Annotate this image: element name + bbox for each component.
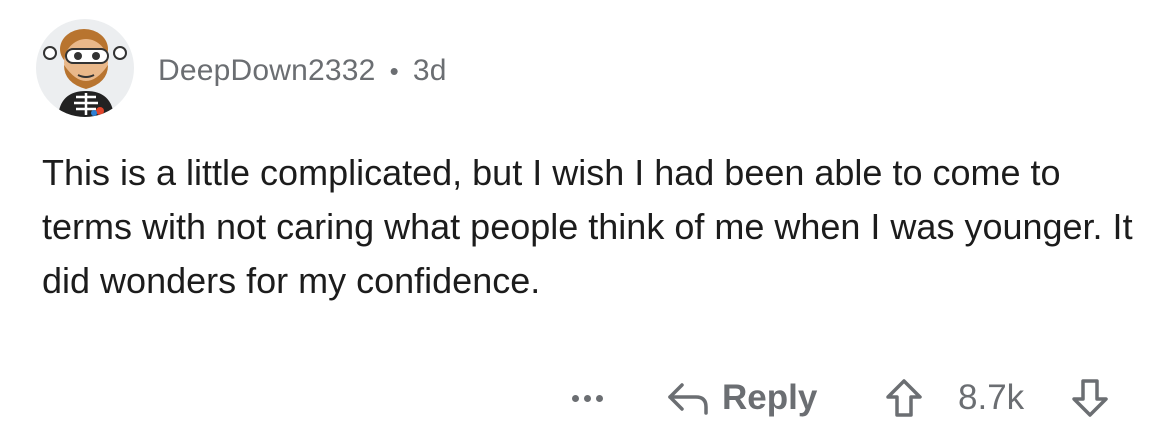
comment-meta: DeepDown2332 • 3d bbox=[158, 54, 447, 88]
reply-button[interactable]: Reply bbox=[666, 372, 817, 424]
comment-card: DeepDown2332 • 3d This is a little compl… bbox=[0, 0, 1170, 442]
username[interactable]: DeepDown2332 bbox=[158, 54, 376, 88]
reply-label: Reply bbox=[722, 378, 818, 417]
separator-dot: • bbox=[389, 55, 399, 86]
avatar-illustration bbox=[43, 29, 127, 117]
more-icon[interactable] bbox=[572, 372, 603, 424]
upvote-arrow-icon bbox=[886, 379, 922, 417]
downvote-arrow-icon bbox=[1072, 379, 1108, 417]
upvote-button[interactable] bbox=[884, 372, 924, 424]
comment-header: DeepDown2332 • 3d bbox=[36, 18, 447, 118]
comment-age: 3d bbox=[412, 54, 447, 87]
comment-body: This is a little complicated, but I wish… bbox=[42, 152, 1133, 301]
reply-arrow-icon bbox=[668, 383, 708, 415]
avatar[interactable] bbox=[36, 19, 134, 117]
downvote-button[interactable] bbox=[1070, 372, 1110, 424]
comment-actions: Reply 8.7k bbox=[0, 372, 1170, 424]
vote-score: 8.7k bbox=[958, 378, 1025, 417]
